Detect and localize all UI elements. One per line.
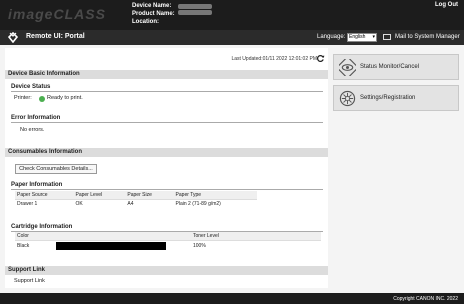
logout-link[interactable]: Log Out (435, 2, 458, 8)
table-header-row: Color Toner Level (15, 232, 321, 241)
status-monitor-cancel-button[interactable]: Status Monitor/Cancel (333, 54, 459, 80)
device-info-labels: Device Name: Product Name: Location: (132, 2, 175, 26)
table-cell: Drawer 1 (17, 201, 38, 208)
table-cell: Plain 2 (71-89 g/m2) (175, 201, 221, 208)
settings-registration-button[interactable]: Settings/Registration (333, 85, 459, 111)
page-title: Remote UI: Portal (26, 33, 85, 40)
table-row: Drawer 1 OK A4 Plain 2 (71-89 g/m2) (15, 200, 257, 209)
support-link-heading: Support Link (5, 266, 328, 275)
mail-icon[interactable] (383, 34, 391, 40)
main-panel: Last Updated:01/11 2022 12:01:02 PM Devi… (5, 48, 328, 288)
settings-registration-label: Settings/Registration (360, 95, 416, 101)
product-name-label: Product Name: (132, 11, 175, 17)
redacted-product-name (178, 10, 212, 15)
device-name-label: Device Name: (132, 3, 172, 9)
table-row: Black 100% (15, 241, 321, 252)
divider (11, 122, 323, 123)
column-header: Paper Size (125, 191, 174, 200)
mail-to-system-manager-link[interactable]: Mail to System Manager (395, 34, 460, 40)
error-text: No errors. (20, 127, 45, 133)
consumables-info-heading: Consumables Information (5, 148, 328, 157)
footer: Copyright CANON INC. 2022 (0, 293, 464, 304)
location-label: Location: (132, 19, 159, 25)
device-basic-info-heading: Device Basic Information (5, 70, 328, 79)
eye-icon (339, 59, 356, 76)
language-select[interactable]: English ▾ (347, 32, 377, 42)
column-header: Toner Level (191, 232, 321, 241)
refresh-icon[interactable] (316, 54, 325, 63)
status-monitor-label: Status Monitor/Cancel (360, 64, 420, 70)
cartridge-color: Black (17, 243, 30, 250)
column-header: Color (15, 232, 191, 241)
language-select-value: English (349, 33, 366, 40)
redacted-device-name (178, 3, 212, 9)
column-header: Paper Type (173, 191, 257, 200)
divider (11, 91, 323, 92)
language-label: Language: (317, 34, 346, 40)
table-cell: A4 (127, 201, 134, 208)
check-consumables-details-button[interactable]: Check Consumables Details... (15, 164, 97, 174)
device-status-heading: Device Status (11, 84, 51, 90)
table-header-row: Paper Source Paper Level Paper Size Pape… (15, 191, 257, 200)
printer-status-indicator-icon (39, 96, 45, 102)
brand-logo-text: imageCLASS (8, 6, 106, 22)
top-header: imageCLASS Device Name: Product Name: Lo… (0, 0, 464, 30)
column-header: Paper Source (15, 191, 74, 200)
device-info-values-redacted (178, 2, 212, 17)
printer-label: Printer: (14, 95, 32, 101)
table-cell: OK (75, 201, 83, 208)
cartridge-info-table: Color Toner Level Black 100% (15, 232, 321, 251)
toner-level-bar (56, 242, 167, 250)
cartridge-info-heading: Cartridge Information (11, 224, 73, 230)
column-header: Paper Level (73, 191, 126, 200)
copyright-text: Copyright CANON INC. 2022 (393, 296, 458, 302)
portal-titlebar: Remote UI: Portal Language: English ▾ Ma… (0, 30, 464, 45)
toner-level-value: 100% (193, 243, 206, 249)
settings-gear-icon (339, 90, 356, 107)
last-updated-text: Last Updated:01/11 2022 12:01:02 PM (231, 56, 317, 62)
paper-info-table: Paper Source Paper Level Paper Size Pape… (15, 191, 257, 209)
paper-info-heading: Paper Information (11, 182, 63, 188)
support-link[interactable]: Support Link (14, 278, 45, 284)
cartridge-color-cell: Black (15, 241, 191, 252)
printer-status-text: Ready to print. (47, 95, 83, 101)
chevron-down-icon: ▾ (372, 33, 375, 40)
canon-portal-logo-icon (7, 32, 19, 43)
divider (11, 189, 323, 190)
error-info-heading: Error Information (11, 115, 61, 121)
